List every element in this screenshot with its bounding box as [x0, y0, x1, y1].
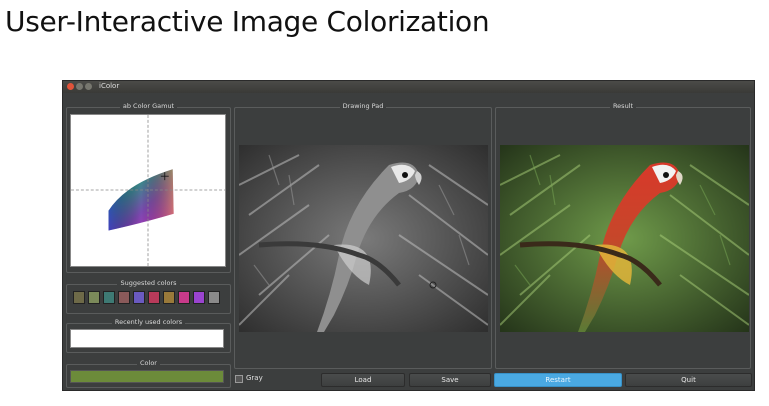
swatch-1[interactable] — [88, 291, 100, 304]
window-titlebar: iColor — [63, 81, 754, 93]
gray-checkbox[interactable] — [235, 375, 243, 383]
swatch-0[interactable] — [73, 291, 85, 304]
swatch-6[interactable] — [163, 291, 175, 304]
window-title: iColor — [99, 82, 120, 90]
quit-button[interactable]: Quit — [625, 373, 752, 387]
swatch-5[interactable] — [148, 291, 160, 304]
swatch-2[interactable] — [103, 291, 115, 304]
close-window-icon[interactable] — [67, 83, 74, 90]
gamut-shape-overlay — [108, 169, 174, 231]
gray-parrot-eye — [402, 172, 408, 178]
load-button[interactable]: Load — [321, 373, 405, 387]
gamut-plot[interactable] — [71, 115, 225, 266]
result-canvas — [500, 145, 749, 332]
result-title: Result — [609, 102, 637, 110]
recent-colors-title: Recently used colors — [111, 318, 186, 326]
drawing-pad-title: Drawing Pad — [339, 102, 387, 110]
suggested-colors-row — [70, 290, 226, 306]
save-button[interactable]: Save — [409, 373, 491, 387]
swatch-9[interactable] — [208, 291, 220, 304]
colored-parrot-eye — [663, 172, 669, 178]
swatch-4[interactable] — [133, 291, 145, 304]
ab-color-gamut-canvas[interactable] — [70, 114, 226, 267]
recent-colors-area[interactable] — [70, 329, 224, 348]
swatch-8[interactable] — [193, 291, 205, 304]
suggested-colors-title: Suggested colors — [117, 279, 180, 287]
minimize-window-icon[interactable] — [76, 83, 83, 90]
maximize-window-icon[interactable] — [85, 83, 92, 90]
green-background — [500, 145, 749, 332]
slide-title: User-Interactive Image Colorization — [5, 5, 490, 38]
drawing-pad-canvas[interactable] — [239, 145, 488, 332]
gamut-group-title: ab Color Gamut — [119, 102, 178, 110]
swatch-7[interactable] — [178, 291, 190, 304]
gray-background — [239, 145, 488, 332]
gray-checkbox-label: Gray — [246, 374, 263, 382]
color-group-title: Color — [137, 359, 160, 367]
swatch-3[interactable] — [118, 291, 130, 304]
restart-button[interactable]: Restart — [494, 373, 622, 387]
current-color-indicator — [70, 370, 224, 383]
